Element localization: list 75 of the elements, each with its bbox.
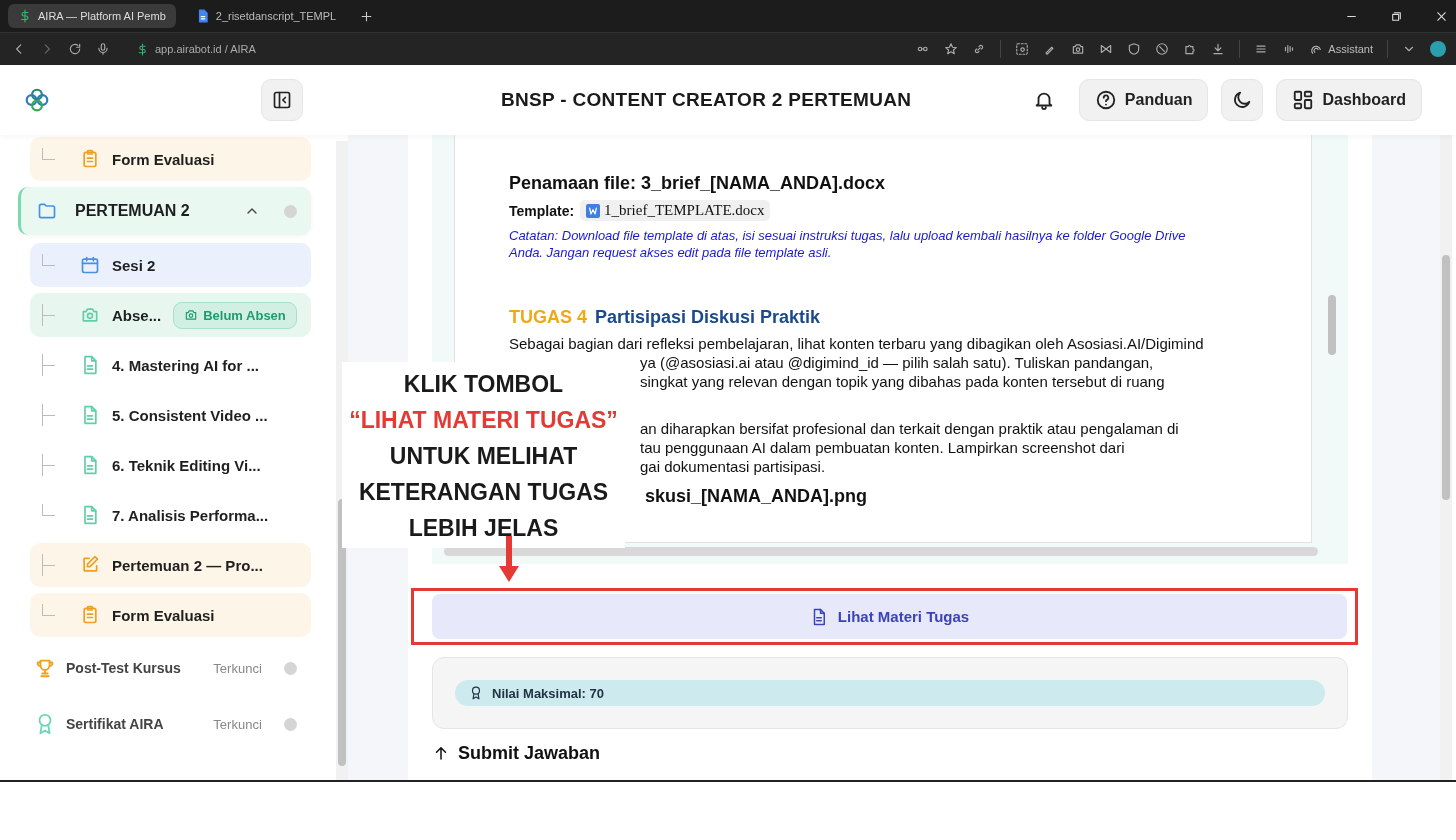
panel-icon bbox=[272, 90, 292, 110]
folder-icon bbox=[37, 201, 57, 221]
trophy-icon bbox=[34, 657, 56, 679]
callout-text: “LIHAT MATERI TUGAS” bbox=[349, 406, 618, 435]
clipboard-icon bbox=[80, 149, 100, 169]
sidebar-item[interactable]: 7. Analisis Performa... bbox=[30, 493, 311, 537]
callout-text: LEBIH JELAS bbox=[408, 514, 559, 543]
help-icon bbox=[1094, 89, 1117, 111]
plus-icon[interactable] bbox=[360, 9, 374, 23]
callout-text: KETERANGAN TUGAS bbox=[358, 478, 609, 507]
callout-text: UNTUK MELIHAT bbox=[389, 442, 578, 471]
paragraph-line: an diharapkan bersifat profesional dan terkait dengan praktik atau pengalaman di bbox=[640, 419, 1179, 438]
file-name-heading: Penamaan file: 3_brief_[NAMA_ANDA].docx bbox=[509, 173, 887, 194]
sidebar-item[interactable]: 5. Consistent Video ... bbox=[30, 393, 311, 437]
camera-icon bbox=[184, 308, 199, 322]
task-number: TUGAS 4 bbox=[509, 307, 587, 328]
sidebar-item[interactable]: Form Evaluasi bbox=[30, 593, 311, 637]
status-dot bbox=[283, 661, 297, 675]
clipboard-icon bbox=[80, 605, 100, 625]
paragraph-line: Sebagai bagian dari refleksi pembelajaran, lihat konten terbaru yang dibagikan oleh Asosiasi.AI/Digimind bbox=[509, 334, 1204, 353]
theme-toggle-button[interactable] bbox=[1221, 79, 1264, 121]
guide-button[interactable]: Panduan bbox=[1078, 79, 1209, 121]
template-label: Template: bbox=[509, 202, 575, 219]
zoom-icon[interactable] bbox=[1015, 42, 1030, 56]
assistant-button[interactable]: Assistant bbox=[1310, 42, 1373, 56]
file-name-heading: skusi_[NAMA_ANDA].png bbox=[645, 486, 867, 507]
view-materials-button[interactable]: Lihat Materi Tugas bbox=[432, 594, 1347, 639]
section-heading: Submit Jawaban bbox=[458, 743, 601, 763]
star-icon[interactable] bbox=[944, 42, 959, 56]
profile-avatar[interactable] bbox=[1430, 41, 1446, 57]
award-icon bbox=[469, 686, 483, 700]
calendar-icon bbox=[80, 255, 100, 275]
callout-text: KLIK TOMBOL bbox=[403, 370, 564, 399]
sidebar-item[interactable]: Abse... Belum Absen bbox=[30, 293, 311, 337]
browser-tab[interactable]: 2_risetdanscript_TEMPL bbox=[185, 4, 347, 28]
collapse-sidebar-button[interactable] bbox=[261, 79, 303, 121]
browser-tab[interactable]: AIRA — Platform AI Pemb bbox=[8, 4, 176, 28]
status-label: Terkunci bbox=[213, 660, 262, 676]
edit-icon bbox=[80, 555, 100, 575]
paragraph-line: ya (@asosiasi.ai atau @digimind_id — pilih salah satu). Tuliskan pandangan, bbox=[640, 353, 1154, 372]
sidebar-item[interactable]: 6. Teknik Editing Vi... bbox=[30, 443, 311, 487]
circle-icon[interactable] bbox=[1155, 42, 1170, 56]
section-header[interactable]: PERTEMUAN 2 bbox=[18, 187, 311, 235]
dashboard-button[interactable]: Dashboard bbox=[1276, 79, 1422, 121]
reload-icon[interactable] bbox=[68, 42, 82, 56]
microphone-icon[interactable] bbox=[96, 42, 110, 56]
status-label: Terkunci bbox=[213, 716, 262, 732]
max-score-badge: Nilai Maksimal: 70 bbox=[455, 680, 1325, 706]
close-icon[interactable] bbox=[1435, 9, 1448, 23]
page-title: BNSP - CONTENT CREATOR 2 PERTEMUAN bbox=[500, 89, 913, 111]
camera-icon[interactable] bbox=[1071, 42, 1086, 56]
status-dot bbox=[283, 717, 297, 731]
template-note: Catatan: Download file template di atas, isi sesuai instruksi tugas, lalu upload kembali hasilnya ke folder Google Drive Anda. Jangan request akses edit pada file template asli. bbox=[509, 227, 1187, 261]
grid-icon bbox=[1292, 89, 1315, 111]
download-icon[interactable] bbox=[1211, 42, 1226, 56]
sidebar-item[interactable]: Sertifikat AIRA Terkunci bbox=[18, 699, 311, 749]
dollar-icon bbox=[18, 9, 32, 23]
sidebar-item[interactable]: Post-Test Kursus Terkunci bbox=[18, 643, 311, 693]
camera-icon bbox=[80, 305, 100, 325]
task-title: Partisipasi Diskusi Praktik bbox=[595, 307, 821, 328]
sidebar-item[interactable]: Pertemuan 2 — Pro... bbox=[30, 543, 311, 587]
sidebar-item[interactable]: Sesi 2 bbox=[30, 243, 311, 287]
status-dot bbox=[283, 204, 297, 218]
restore-icon[interactable] bbox=[1390, 9, 1403, 23]
paragraph-line: gai dokumentasi partisipasi. bbox=[640, 457, 826, 476]
dollar-icon bbox=[136, 42, 149, 56]
logo-icon bbox=[24, 87, 50, 113]
sidebar-item[interactable]: Form Evaluasi bbox=[30, 137, 311, 181]
shield-icon[interactable] bbox=[1127, 42, 1142, 56]
template-file-link[interactable]: 1_brief_TEMPLATE.docx bbox=[580, 200, 771, 221]
list-icon[interactable] bbox=[1254, 42, 1269, 56]
address-bar[interactable]: app.airabot.id / AIRA bbox=[136, 42, 256, 56]
paragraph-line: tau penggunaan AI dalam pembuatan konten. Lampirkan screenshot dari bbox=[640, 438, 1125, 457]
sidebar-item[interactable]: 4. Mastering AI for ... bbox=[30, 343, 311, 387]
paragraph-line: singkat yang relevan dengan topik yang dibahas pada konten tersebut di ruang bbox=[640, 372, 1165, 391]
